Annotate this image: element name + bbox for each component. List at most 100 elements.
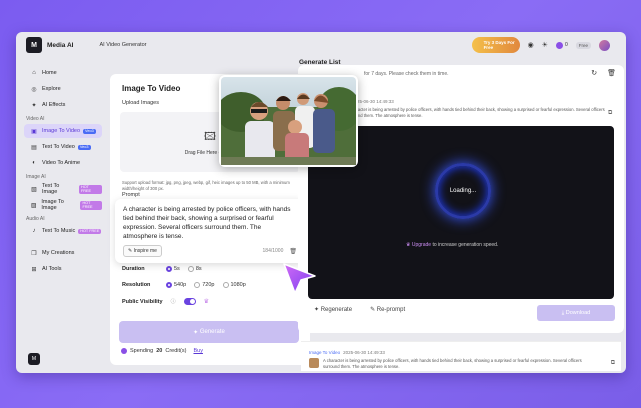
sidebar-item-label: AI Effects <box>42 102 66 108</box>
inspire-me-button[interactable]: ✎ Inspire me <box>123 245 162 257</box>
spend-amount: 20 <box>156 348 163 354</box>
resolution-option-1080p[interactable]: 1080p <box>222 282 246 288</box>
visibility-toggle[interactable] <box>183 298 196 305</box>
sidebar-item-label: Explore <box>42 86 61 92</box>
uploaded-photo <box>216 75 361 167</box>
group-photo-image <box>216 77 361 165</box>
credit-icon <box>121 348 127 354</box>
promo-badge[interactable]: Try 3 Days For Free <box>471 37 520 53</box>
bottom-logo[interactable]: M <box>28 353 40 365</box>
upgrade-link[interactable]: Upgrade <box>412 242 431 248</box>
char-count: 184/1000 <box>262 248 284 254</box>
sidebar-item-text-to-video[interactable]: ▤ Text To Video Veo3 <box>24 140 102 154</box>
prompt-box[interactable]: A character is being arrested by police … <box>115 199 305 263</box>
pointer-cursor <box>283 263 316 294</box>
hot-free-badge: HOT FREE <box>78 184 102 194</box>
panel-title: Image To Video <box>122 84 181 93</box>
sidebar-item-ai-effects[interactable]: ✦ AI Effects <box>24 98 102 112</box>
loading-spinner: Loading... <box>435 163 491 219</box>
sidebar-item-image-to-video[interactable]: ▣ Image To Video Veo3 <box>24 124 102 138</box>
duration-option-8s[interactable]: 8s <box>187 266 202 272</box>
tool-name: AI Video Generator <box>99 42 147 48</box>
second-job-header: Image To Video 2025-06-30 14:49:33 <box>309 350 385 355</box>
sidebar-item-my-creations[interactable]: ❒ My Creations <box>24 246 102 260</box>
section-image-ai: Image AI <box>26 174 46 180</box>
sidebar: ⌂ Home ◎ Explore ✦ AI Effects Video AI ▣… <box>16 64 106 373</box>
prompt-footer: ✎ Inspire me 184/1000 🗑 <box>123 245 297 257</box>
sidebar-item-label: My Creations <box>42 250 75 256</box>
sparkle-icon: ✦ <box>31 102 37 109</box>
spending-info: Spending 20 Credit(s) Buy <box>121 348 203 354</box>
discord-icon[interactable]: ◉ <box>528 41 534 49</box>
sidebar-item-label: Image To Image <box>41 199 64 211</box>
buy-link[interactable]: Buy <box>193 348 202 354</box>
resolution-label: Resolution <box>122 282 151 288</box>
duration-label: Duration <box>122 266 145 272</box>
crown-icon: ♛ <box>203 299 209 305</box>
tools-icon: ⊞ <box>31 266 37 273</box>
hot-free-badge: HOT FREE <box>80 200 102 210</box>
job-prompt: A character is being arrested by police … <box>346 107 605 118</box>
resolution-option-720p[interactable]: 720p <box>194 282 215 288</box>
second-job-tag: Image To Video <box>309 350 341 355</box>
job-actions: ✦ Regenerate ✎ Re-prompt <box>314 306 405 313</box>
trash-icon[interactable]: 🗑 <box>607 69 616 77</box>
trash-icon[interactable]: 🗑 <box>289 248 297 255</box>
generate-button[interactable]: ✦ Generate <box>119 321 299 343</box>
section-video-ai: Video AI <box>26 116 45 122</box>
sidebar-item-text-to-image[interactable]: ▧ Text To Image HOT FREE <box>24 182 102 196</box>
compass-icon: ◎ <box>31 86 37 93</box>
top-right-controls: Try 3 Days For Free ◉ ☀ 0 Free <box>471 37 610 53</box>
text-image-icon: ▧ <box>31 186 37 193</box>
second-job-time: 2025-06-30 14:49:33 <box>343 350 385 355</box>
hot-free-badge: HOT FREE <box>78 228 102 234</box>
sidebar-item-explore[interactable]: ◎ Explore <box>24 82 102 96</box>
sidebar-item-home[interactable]: ⌂ Home <box>24 66 102 80</box>
sidebar-item-label: Home <box>42 70 57 76</box>
sidebar-item-label: Text To Music <box>42 228 76 234</box>
visibility-row: Public Visibility ⓘ ♛ <box>122 298 209 305</box>
second-job-prompt: A character is being arrested by police … <box>323 358 582 369</box>
sidebar-item-video-to-anime[interactable]: ◐ Video To Anime <box>24 156 102 170</box>
top-bar: M Media AI AI Video Generator Try 3 Days… <box>16 32 626 58</box>
image-video-icon: ▣ <box>31 128 37 135</box>
upload-support-text: Support upload format: jpg, png, jpeg, w… <box>122 180 290 191</box>
regenerate-button[interactable]: ✦ Regenerate <box>314 306 352 313</box>
job-timestamp: 2025-06-30 14:49:33 <box>352 99 394 104</box>
sidebar-item-label: Video To Anime <box>42 160 81 166</box>
veo3-badge: Veo3 <box>77 144 91 150</box>
user-avatar[interactable] <box>599 39 610 51</box>
credit-count: 0 <box>564 42 568 48</box>
reprompt-button[interactable]: ✎ Re-prompt <box>370 306 405 313</box>
upgrade-message: ♛ Upgrade to increase generation speed. <box>406 242 499 248</box>
theme-icon[interactable]: ☀ <box>542 41 548 49</box>
crown-icon: ♛ <box>406 242 411 248</box>
duration-option-5s[interactable]: 5s <box>166 266 180 272</box>
app-name: Media AI <box>47 41 74 49</box>
second-job-card[interactable]: Image To Video 2025-06-30 14:49:33 A cha… <box>301 341 621 371</box>
sidebar-item-label: Text To Image <box>41 183 60 195</box>
sidebar-item-ai-tools[interactable]: ⊞ AI Tools <box>24 262 102 276</box>
resolution-row: Resolution 540p 720p 1080p <box>122 282 246 288</box>
image-image-icon: ▨ <box>30 202 37 209</box>
duration-row: Duration 5s 8s <box>122 266 202 272</box>
credit-icon <box>555 41 563 49</box>
download-button[interactable]: ⤓ Download <box>537 305 615 321</box>
sidebar-item-text-to-music[interactable]: ♪ Text To Music HOT FREE <box>24 224 102 238</box>
resolution-option-540p[interactable]: 540p <box>166 282 186 288</box>
refresh-icon[interactable]: ↻ <box>591 69 597 77</box>
credits-display[interactable]: 0 <box>555 41 568 49</box>
music-icon: ♪ <box>32 228 36 234</box>
prompt-textarea[interactable]: A character is being arrested by police … <box>123 205 297 241</box>
copy-icon[interactable]: ⧉ <box>611 360 615 367</box>
veo3-badge: Veo3 <box>83 128 96 134</box>
sidebar-item-image-to-image[interactable]: ▨ Image To Image HOT FREE <box>24 198 102 212</box>
visibility-label: Public Visibility <box>122 298 163 305</box>
info-icon[interactable]: ⓘ <box>171 298 176 305</box>
image-upload-icon: 🖾 <box>204 131 216 143</box>
app-logo[interactable]: M <box>26 37 42 53</box>
list-tools: ↻ 🗑 <box>591 69 616 77</box>
creations-icon: ❒ <box>31 250 37 257</box>
copy-icon[interactable]: ⧉ <box>608 110 612 117</box>
prompt-label: Prompt <box>122 192 140 198</box>
